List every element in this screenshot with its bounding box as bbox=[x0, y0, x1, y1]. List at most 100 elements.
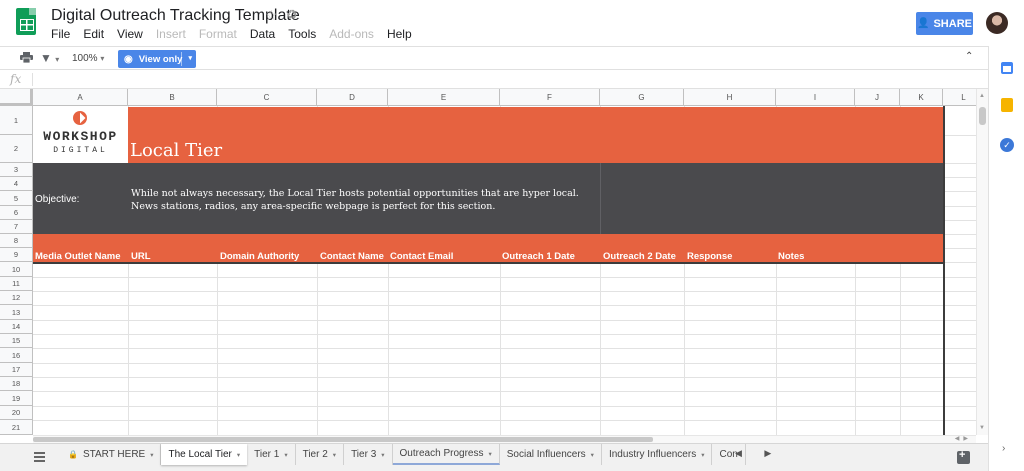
column-label-outreach-2-date[interactable]: Outreach 2 Date bbox=[603, 251, 676, 262]
side-panel: ✓ › bbox=[988, 46, 1024, 471]
row-header-18[interactable]: 18 bbox=[0, 377, 33, 391]
select-all-corner[interactable] bbox=[0, 89, 33, 106]
scroll-up-icon[interactable]: ▲ bbox=[979, 93, 985, 99]
column-label-contact-name[interactable]: Contact Name bbox=[320, 251, 384, 262]
title-band bbox=[128, 107, 943, 163]
keep-icon[interactable] bbox=[1001, 98, 1013, 112]
column-label-contact-email[interactable]: Contact Email bbox=[390, 251, 453, 262]
scroll-down-icon[interactable]: ▼ bbox=[979, 425, 985, 431]
vertical-scroll-thumb[interactable] bbox=[979, 107, 986, 125]
column-label-response[interactable]: Response bbox=[687, 251, 732, 262]
tab-caret-icon[interactable]: ▾ bbox=[237, 451, 240, 459]
row-header-3[interactable]: 3 bbox=[0, 163, 33, 177]
view-only-caret-icon[interactable]: ▾ bbox=[188, 54, 192, 62]
column-header-f[interactable]: F bbox=[500, 89, 600, 106]
column-header-l[interactable]: L bbox=[943, 89, 976, 106]
horizontal-scroll-arrows-icon[interactable]: ◀▶ bbox=[955, 435, 972, 442]
row-header-1[interactable]: 1 bbox=[0, 106, 33, 135]
print-icon[interactable] bbox=[20, 52, 33, 63]
tab-tier-1[interactable]: Tier 1 ▾ bbox=[247, 444, 296, 465]
tab-start-here[interactable]: 🔒 START HERE ▾ bbox=[61, 444, 162, 465]
column-label-notes[interactable]: Notes bbox=[778, 251, 804, 262]
menu-edit[interactable]: Edit bbox=[83, 27, 104, 41]
tab-scroll-arrows-icon[interactable]: ◀ ▶ bbox=[735, 448, 781, 459]
column-header-h[interactable]: H bbox=[684, 89, 776, 106]
menu-data[interactable]: Data bbox=[250, 27, 275, 41]
tasks-icon[interactable]: ✓ bbox=[1000, 138, 1014, 152]
tab-tier-3[interactable]: Tier 3 ▾ bbox=[344, 444, 393, 465]
row-header-14[interactable]: 14 bbox=[0, 320, 33, 334]
column-header-e[interactable]: E bbox=[388, 89, 500, 106]
row-header-2[interactable]: 2 bbox=[0, 135, 33, 163]
column-header-a[interactable]: A bbox=[33, 89, 128, 106]
tab-caret-icon[interactable]: ▾ bbox=[284, 451, 287, 459]
workshop-digital-logo: WORKSHOP DIGITAL bbox=[33, 107, 128, 163]
collapse-menus-icon[interactable]: ⌃ bbox=[965, 51, 973, 62]
expand-panel-icon[interactable]: › bbox=[1002, 443, 1005, 454]
tab-outreach-progress[interactable]: Outreach Progress ▾ bbox=[392, 444, 500, 465]
share-button[interactable]: 👤 SHARE bbox=[916, 12, 973, 35]
tab-caret-icon[interactable]: ▾ bbox=[488, 450, 491, 458]
tab-caret-icon[interactable]: ▾ bbox=[333, 451, 336, 459]
column-header-c[interactable]: C bbox=[217, 89, 317, 106]
vertical-scrollbar[interactable]: ▲ ▼ bbox=[976, 89, 988, 435]
column-header-j[interactable]: J bbox=[855, 89, 900, 106]
horizontal-scroll-thumb[interactable] bbox=[33, 437, 653, 442]
menu-file[interactable]: File bbox=[51, 27, 70, 41]
row-header-17[interactable]: 17 bbox=[0, 363, 33, 377]
row-header-11[interactable]: 11 bbox=[0, 277, 33, 291]
row-header-8[interactable]: 8 bbox=[0, 234, 33, 248]
horizontal-scrollbar[interactable]: ◀▶ bbox=[33, 435, 976, 443]
column-header-k[interactable]: K bbox=[900, 89, 943, 106]
drive-status-icon[interactable]: ♻ bbox=[286, 7, 298, 23]
tab-tier-2[interactable]: Tier 2 ▾ bbox=[296, 444, 345, 465]
row-header-5[interactable]: 5 bbox=[0, 191, 33, 206]
sheets-logo-icon[interactable] bbox=[16, 8, 36, 35]
row-header-16[interactable]: 16 bbox=[0, 348, 33, 363]
menu-add-ons: Add-ons bbox=[329, 27, 374, 41]
column-label-url[interactable]: URL bbox=[131, 251, 151, 262]
row-header-13[interactable]: 13 bbox=[0, 305, 33, 320]
column-label-domain-authority[interactable]: Domain Authority bbox=[220, 251, 299, 262]
row-header-9[interactable]: 9 bbox=[0, 248, 33, 262]
document-title[interactable]: Digital Outreach Tracking Template bbox=[51, 7, 300, 25]
row-header-12[interactable]: 12 bbox=[0, 291, 33, 305]
tab-caret-icon[interactable]: ▾ bbox=[591, 451, 594, 459]
column-label-media-outlet-name[interactable]: Media Outlet Name bbox=[35, 251, 121, 262]
tab-industry-influencers[interactable]: Industry Influencers ▾ bbox=[602, 444, 713, 465]
view-only-button[interactable]: ◉ View only ▾ bbox=[118, 50, 196, 68]
row-header-15[interactable]: 15 bbox=[0, 334, 33, 348]
row-header-6[interactable]: 6 bbox=[0, 206, 33, 220]
row-header-21[interactable]: 21 bbox=[0, 420, 33, 435]
row-header-4[interactable]: 4 bbox=[0, 177, 33, 191]
share-label: SHARE bbox=[933, 17, 972, 30]
avatar[interactable] bbox=[986, 12, 1008, 34]
row-header-19[interactable]: 19 bbox=[0, 391, 33, 406]
column-header-b[interactable]: B bbox=[128, 89, 217, 106]
column-header-i[interactable]: I bbox=[776, 89, 855, 106]
row-header-7[interactable]: 7 bbox=[0, 220, 33, 234]
column-label-outreach-1-date[interactable]: Outreach 1 Date bbox=[502, 251, 575, 262]
header-underline bbox=[33, 262, 943, 264]
menu-view[interactable]: View bbox=[117, 27, 143, 41]
explore-icon[interactable] bbox=[957, 449, 970, 464]
tab-caret-icon[interactable]: ▾ bbox=[381, 451, 384, 459]
all-sheets-menu-icon[interactable] bbox=[34, 452, 45, 462]
filter-icon[interactable]: ▼ ▾ bbox=[40, 51, 59, 65]
tab-the-local-tier[interactable]: The Local Tier ▾ bbox=[161, 444, 248, 465]
star-icon[interactable]: ☆ bbox=[265, 7, 278, 24]
tab-caret-icon[interactable]: ▾ bbox=[150, 451, 153, 459]
row-header-20[interactable]: 20 bbox=[0, 406, 33, 420]
row-header-10[interactable]: 10 bbox=[0, 262, 33, 277]
column-header-d[interactable]: D bbox=[317, 89, 388, 106]
tab-social-influencers[interactable]: Social Influencers ▾ bbox=[500, 444, 602, 465]
calendar-icon[interactable] bbox=[1001, 62, 1013, 74]
spreadsheet-grid[interactable]: WORKSHOP DIGITAL Local Tier Objective: W… bbox=[0, 89, 976, 435]
zoom-caret-icon: ▾ bbox=[100, 54, 105, 63]
tab-caret-icon[interactable]: ▾ bbox=[701, 451, 704, 459]
menu-help[interactable]: Help bbox=[387, 27, 412, 41]
title-bar: Digital Outreach Tracking Template ☆ ♻ F… bbox=[0, 0, 1024, 46]
zoom-select[interactable]: 100% ▾ bbox=[72, 53, 104, 64]
menu-tools[interactable]: Tools bbox=[288, 27, 316, 41]
column-header-g[interactable]: G bbox=[600, 89, 684, 106]
